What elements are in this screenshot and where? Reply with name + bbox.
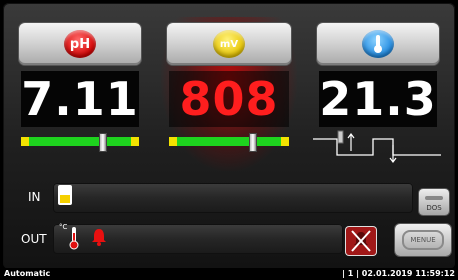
mv-range-bar [169,133,289,152]
mv-value: 808 [169,71,289,127]
mv-icon: mV [213,30,245,58]
thermometer-icon [362,30,394,58]
ph-icon-label: pH [69,36,91,52]
operating-mode: Automatic [4,269,51,278]
ph-icon: pH [64,30,96,58]
controller-screen: pH 7.11 mV 808 21.3 IN DOS OUT °C MENUE [3,3,455,269]
ph-panel: pH 7.11 [13,17,147,171]
ph-sensor-button[interactable]: pH [19,23,141,65]
mv-panel: mV 808 [161,17,297,171]
alarm-mute-button[interactable] [346,227,376,255]
alarm-bell-icon [92,229,106,246]
in-row-bar[interactable] [53,183,413,213]
muted-bell-icon [351,230,371,252]
dos-button[interactable]: DOS [419,189,449,215]
menu-button[interactable]: MENUE [395,224,451,256]
out-temp-unit: °C [59,223,68,231]
date-time: 02.01.2019 11:59:12 [361,269,455,278]
temperature-relay-diagram [313,130,441,163]
out-row-label: OUT [21,232,47,246]
temperature-panel: 21.3 [311,17,445,171]
mv-range-marker [248,133,257,152]
in-row-label: IN [28,190,41,204]
temperature-value: 21.3 [319,71,437,127]
temperature-sensor-button[interactable] [317,23,439,65]
status-bar: Automatic | 1 | 02.01.2019 11:59:12 [0,268,458,280]
ph-value: 7.11 [21,71,139,127]
mv-icon-label: mV [219,38,239,50]
menu-button-label: MENUE [402,230,444,250]
out-thermometer-icon: °C [59,223,83,251]
thermometer-glyph [374,35,382,53]
mv-sensor-button[interactable]: mV [167,23,291,65]
ph-range-marker [99,133,108,152]
chemical-canister-icon [58,185,72,205]
page-number: 1 [347,269,354,278]
status-info: | 1 | 02.01.2019 11:59:12 [342,269,455,278]
dos-button-label: DOS [426,204,442,212]
ph-range-bar [21,133,139,152]
dos-indicator-icon [425,196,443,200]
